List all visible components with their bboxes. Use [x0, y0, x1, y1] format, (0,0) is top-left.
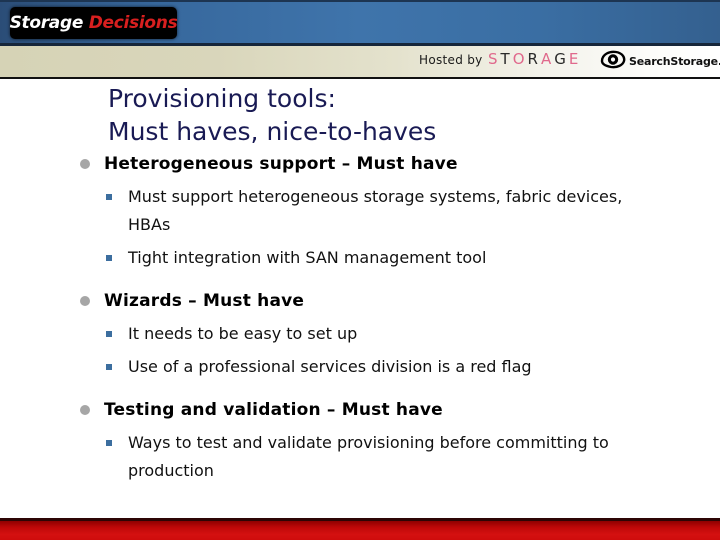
bullet-level2: Tight integration with SAN management to…	[0, 244, 720, 272]
slide-title: Provisioning tools: Must haves, nice-to-…	[108, 84, 437, 146]
storage-decisions-logo: Storage Decisions	[9, 7, 178, 39]
bullet-group: Wizards – Must have It needs to be easy …	[0, 289, 720, 381]
bullet-level2: Must support heterogeneous storage syste…	[0, 183, 720, 239]
header-beige-rule	[0, 77, 720, 79]
bullet-level2: It needs to be easy to set up	[0, 320, 720, 348]
logo-word-decisions: Decisions	[88, 13, 178, 33]
eye-icon	[600, 50, 626, 73]
bullet-circle-icon	[80, 405, 90, 415]
bullet-level2-label: Must support heterogeneous storage syste…	[128, 187, 623, 234]
wordmark-letter-g: G	[554, 50, 567, 68]
slide-body: Heterogeneous support – Must have Must s…	[0, 152, 720, 490]
wordmark-letter-s: S	[488, 50, 499, 68]
wordmark-letter-e: E	[568, 50, 580, 68]
logo-word-storage: Storage	[9, 13, 84, 33]
bullet-level1: Testing and validation – Must have	[0, 398, 720, 422]
storage-wordmark: S T O R A G E	[488, 50, 579, 68]
bullet-circle-icon	[80, 296, 90, 306]
searchstorage-logo: SearchStorage.com	[600, 50, 720, 73]
bullet-level2-label: It needs to be easy to set up	[128, 324, 358, 343]
bullet-level1-label: Heterogeneous support – Must have	[104, 154, 458, 174]
bullet-square-icon	[106, 255, 112, 261]
bullet-square-icon	[106, 440, 112, 446]
bullet-level2-label: Ways to test and validate provisioning b…	[128, 433, 609, 480]
hosted-by-label: Hosted by	[419, 53, 483, 67]
bullet-level2: Use of a professional services division …	[0, 353, 720, 381]
slide-header: Storage Decisions Hosted by S T O R A G …	[0, 0, 720, 80]
bullet-level1-label: Testing and validation – Must have	[104, 400, 443, 420]
wordmark-letter-a: A	[540, 50, 553, 68]
wordmark-letter-r: R	[527, 50, 539, 68]
bullet-level1-label: Wizards – Must have	[104, 291, 305, 311]
bullet-square-icon	[106, 331, 112, 337]
wordmark-letter-o: O	[512, 50, 526, 68]
header-top-rule	[0, 0, 720, 2]
bullet-square-icon	[106, 194, 112, 200]
footer-red-bar	[0, 521, 720, 540]
bullet-level1: Heterogeneous support – Must have	[0, 152, 720, 176]
wordmark-letter-t: T	[500, 50, 511, 68]
bullet-group: Heterogeneous support – Must have Must s…	[0, 152, 720, 272]
bullet-square-icon	[106, 364, 112, 370]
bullet-level2: Ways to test and validate provisioning b…	[0, 429, 720, 485]
bullet-level1: Wizards – Must have	[0, 289, 720, 313]
searchstorage-label: SearchStorage.com	[629, 55, 720, 68]
bullet-circle-icon	[80, 159, 90, 169]
bullet-level2-label: Tight integration with SAN management to…	[128, 248, 487, 267]
bullet-group: Testing and validation – Must have Ways …	[0, 398, 720, 485]
bullet-level2-label: Use of a professional services division …	[128, 357, 532, 376]
